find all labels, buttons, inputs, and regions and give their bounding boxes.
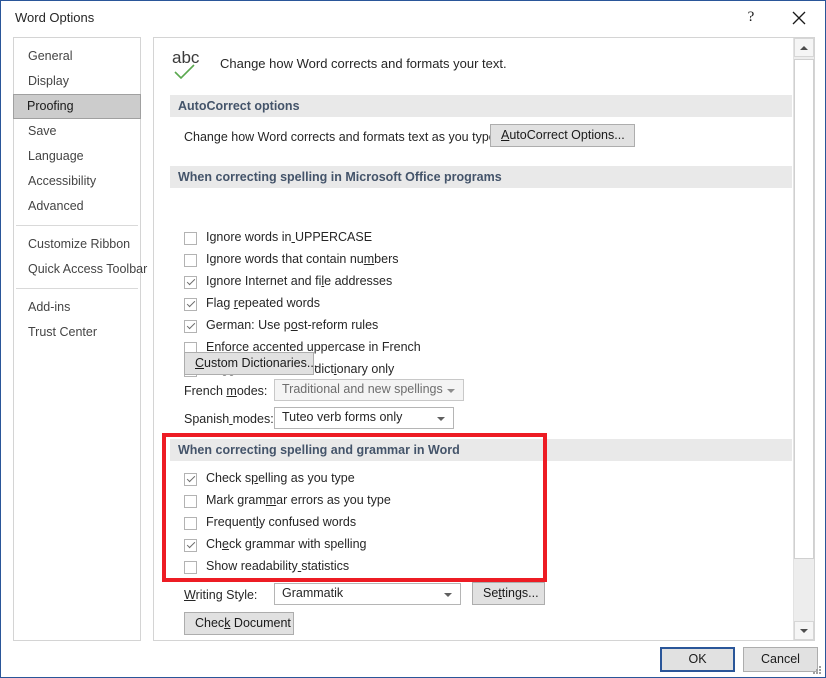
writing-style-select[interactable]: Grammatik — [274, 583, 461, 605]
checkbox-ignore-internet-addresses[interactable] — [184, 276, 197, 289]
chevron-down-icon — [447, 389, 455, 393]
writing-style-value: Grammatik — [282, 586, 344, 600]
question-mark-icon: ? — [747, 9, 755, 25]
panel-intro-text: Change how Word corrects and formats you… — [220, 56, 507, 71]
chevron-up-icon — [800, 45, 808, 50]
scroll-up-button[interactable] — [794, 38, 814, 57]
autocorrect-options-button-label: utoCorrect Options... — [509, 128, 625, 142]
section-header-office-spelling: When correcting spelling in Microsoft Of… — [170, 166, 792, 188]
checkbox-check-grammar-with-spelling[interactable] — [184, 539, 197, 552]
checkbox-label: Ignore words in UPPERCASE — [206, 230, 373, 244]
spanish-modes-value: Tuteo verb forms only — [282, 410, 403, 424]
sidebar-item-general[interactable]: General — [14, 44, 140, 69]
proofing-options-panel: abc Change how Word corrects and formats… — [153, 37, 815, 641]
sidebar-item-label: Trust Center — [28, 325, 98, 339]
cancel-button-label: Cancel — [761, 652, 800, 666]
help-button[interactable]: ? — [729, 1, 773, 33]
sidebar-item-label: Add-ins — [28, 300, 71, 314]
scrollbar-track[interactable] — [794, 57, 814, 621]
custom-dictionaries-button[interactable]: Custom Dictionaries... — [184, 352, 318, 375]
sidebar-item-accessibility[interactable]: Accessibility — [14, 169, 140, 194]
sidebar-item-label: Customize Ribbon — [28, 237, 131, 251]
checkbox-german-post-reform[interactable] — [184, 320, 197, 333]
checkbox-ignore-uppercase[interactable] — [184, 232, 197, 245]
sidebar-separator — [16, 225, 138, 226]
title-bar: Word Options ? — [1, 1, 825, 34]
chevron-down-icon — [437, 417, 445, 421]
resize-grip-icon[interactable] — [810, 663, 822, 675]
proofing-options-content: abc Change how Word corrects and formats… — [154, 38, 794, 640]
check-document-button[interactable]: Check Document — [184, 612, 294, 635]
writing-style-label: Writing Style: — [184, 588, 258, 602]
grammar-settings-button-label: Settings... — [483, 586, 539, 600]
checkbox-check-spelling-as-you-type[interactable] — [184, 473, 197, 486]
options-category-list[interactable]: General Display Proofing Save Language A… — [13, 37, 147, 641]
sidebar-item-label: Save — [28, 124, 57, 138]
checkbox-label: Mark grammar errors as you type — [206, 493, 391, 507]
ok-button[interactable]: OK — [660, 647, 735, 672]
grammar-settings-button[interactable]: Settings... — [472, 582, 545, 605]
french-modes-select[interactable]: Traditional and new spellings — [274, 379, 464, 401]
sidebar-item-label: General — [28, 49, 73, 63]
close-button[interactable] — [777, 1, 821, 33]
cancel-button[interactable]: Cancel — [743, 647, 818, 672]
autocorrect-description: Change how Word corrects and formats tex… — [184, 130, 500, 144]
checkbox-label: Check spelling as you type — [206, 471, 355, 485]
sidebar-item-label: Display — [28, 74, 69, 88]
sidebar-item-advanced[interactable]: Advanced — [14, 194, 140, 219]
sidebar-item-trust-center[interactable]: Trust Center — [14, 320, 140, 345]
checkbox-label: Check grammar with spelling — [206, 537, 367, 551]
section-header-autocorrect: AutoCorrect options — [170, 95, 792, 117]
sidebar-item-save[interactable]: Save — [14, 119, 140, 144]
sidebar-item-add-ins[interactable]: Add-ins — [14, 295, 140, 320]
chevron-down-icon — [800, 628, 808, 633]
checkbox-label: Ignore Internet and file addresses — [206, 274, 393, 288]
checkbox-label: Show readability statistics — [206, 559, 350, 573]
checkbox-frequently-confused-words[interactable] — [184, 517, 197, 530]
french-modes-value: Traditional and new spellings — [282, 382, 443, 396]
green-check-icon — [174, 64, 195, 80]
vertical-scrollbar[interactable] — [793, 38, 814, 640]
checkbox-label: Flag repeated words — [206, 296, 320, 310]
checkbox-ignore-numbers[interactable] — [184, 254, 197, 267]
sidebar-item-label: Advanced — [28, 199, 84, 213]
sidebar-item-label: Quick Access Toolbar — [28, 262, 148, 276]
autocorrect-options-button[interactable]: AutoCorrect Options... — [490, 124, 635, 147]
checkbox-show-readability-statistics[interactable] — [184, 561, 197, 574]
section-header-word-grammar: When correcting spelling and grammar in … — [170, 439, 792, 461]
sidebar-item-display[interactable]: Display — [14, 69, 140, 94]
custom-dictionaries-button-label: Custom Dictionaries... — [195, 356, 318, 370]
sidebar-item-language[interactable]: Language — [14, 144, 140, 169]
scroll-down-button[interactable] — [794, 621, 814, 640]
checkbox-label: German: Use post-reform rules — [206, 318, 379, 332]
french-modes-label: French modes: — [184, 384, 268, 398]
sidebar-item-quick-access-toolbar[interactable]: Quick Access Toolbar — [14, 257, 147, 282]
abc-spellcheck-icon: abc — [172, 48, 206, 82]
sidebar-item-label: Language — [28, 149, 84, 163]
checkbox-label: Ignore words that contain numbers — [206, 252, 399, 266]
sidebar-separator — [16, 288, 138, 289]
sidebar-item-customize-ribbon[interactable]: Customize Ribbon — [14, 232, 140, 257]
window-title: Word Options — [15, 10, 95, 25]
checkbox-flag-repeated-words[interactable] — [184, 298, 197, 311]
scrollbar-thumb[interactable] — [794, 59, 814, 559]
sidebar-item-label: Proofing — [27, 99, 74, 113]
spanish-modes-label: Spanish modes: — [184, 412, 274, 426]
checkbox-label: Frequently confused words — [206, 515, 357, 529]
sidebar-item-label: Accessibility — [28, 174, 97, 188]
checkbox-mark-grammar-errors[interactable] — [184, 495, 197, 508]
check-document-button-label: Check Document — [195, 616, 291, 630]
word-options-dialog: Word Options ? General Display Proofing … — [0, 0, 826, 678]
chevron-down-icon — [444, 593, 452, 597]
close-icon — [792, 11, 806, 25]
sidebar-item-proofing[interactable]: Proofing — [13, 94, 141, 119]
spanish-modes-select[interactable]: Tuteo verb forms only — [274, 407, 454, 429]
ok-button-label: OK — [688, 652, 707, 666]
